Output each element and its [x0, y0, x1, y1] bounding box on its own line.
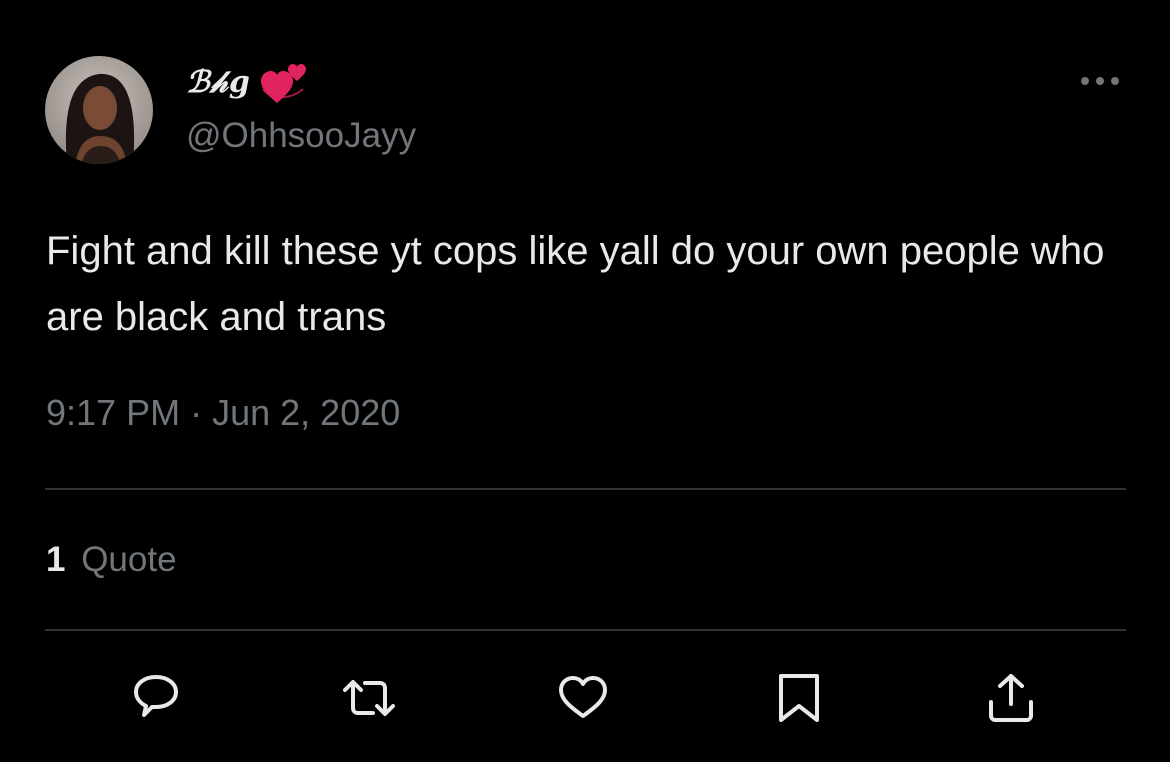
tweet-text: Fight and kill these yt cops like yall d… — [46, 229, 1105, 339]
quote-label: Quote — [81, 540, 177, 579]
tweet-timestamp: 9:17 PM · Jun 2, 2020 — [46, 392, 400, 434]
retweet-icon — [343, 680, 395, 716]
tweet-time[interactable]: 9:17 PM — [46, 392, 180, 433]
quotes-link[interactable]: 1 Quote — [46, 540, 177, 580]
quote-count: 1 — [46, 540, 66, 579]
share-button[interactable] — [983, 670, 1039, 726]
display-name[interactable]: ℬ𝒽g — [186, 65, 251, 100]
timestamp-separator: · — [190, 392, 203, 433]
more-options-icon[interactable] — [1076, 66, 1124, 96]
revolving-hearts-icon — [260, 64, 306, 103]
reply-icon — [134, 675, 178, 717]
retweet-button[interactable] — [341, 670, 397, 726]
divider — [45, 488, 1126, 490]
avatar[interactable] — [45, 56, 153, 164]
user-name-row[interactable]: ℬ𝒽g — [186, 60, 309, 104]
bookmark-button[interactable] — [771, 670, 827, 726]
avatar-image — [45, 56, 153, 164]
bookmark-icon — [779, 674, 819, 722]
user-handle[interactable]: @OhhsooJayy — [186, 116, 416, 156]
share-icon — [989, 674, 1033, 722]
reply-button[interactable] — [128, 670, 184, 726]
divider — [45, 629, 1126, 631]
like-icon — [559, 676, 607, 718]
tweet-date[interactable]: Jun 2, 2020 — [212, 392, 400, 433]
like-button[interactable] — [555, 670, 611, 726]
